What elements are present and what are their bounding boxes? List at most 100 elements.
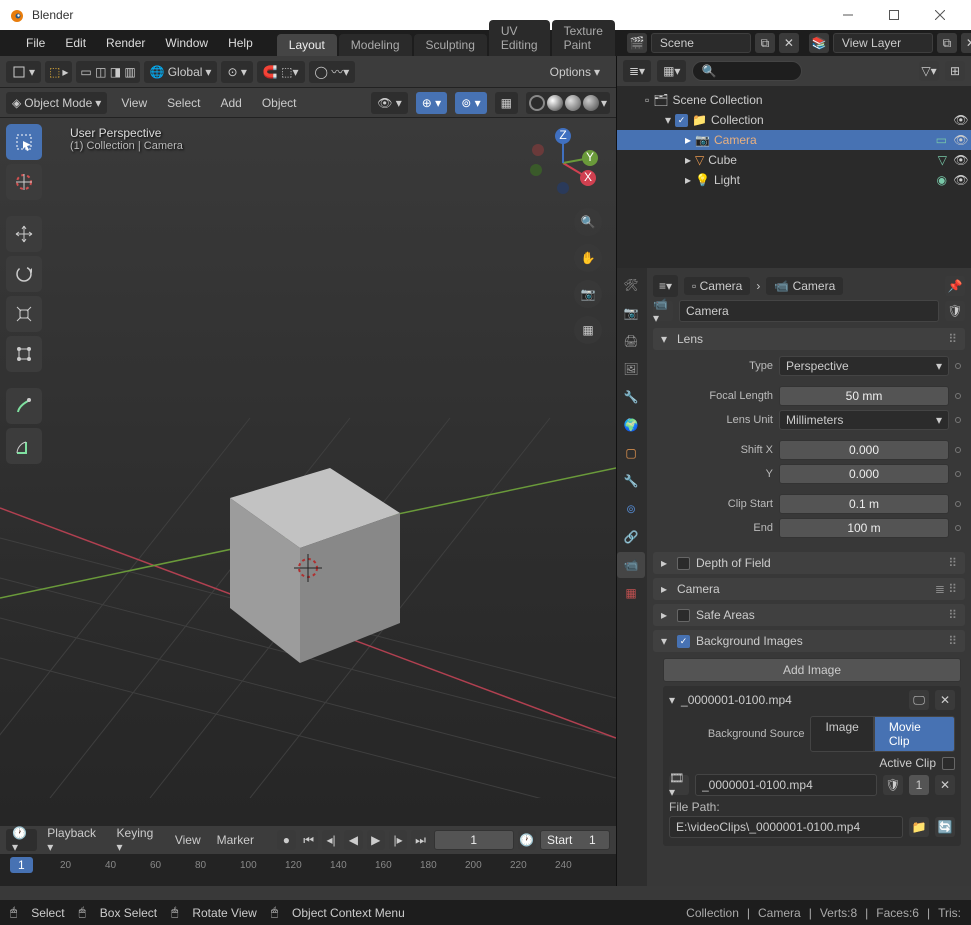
breadcrumb-data[interactable]: 📹 Camera	[766, 277, 843, 295]
props-editor-type[interactable]: ≡▾	[653, 275, 678, 297]
pivot-dropdown[interactable]: ⊙ ▾	[221, 61, 252, 83]
camera-name-input[interactable]	[679, 300, 939, 322]
ptab-viewlayer[interactable]: 🖼	[617, 356, 645, 382]
bg-source-movieclip[interactable]: Movie Clip	[874, 716, 955, 752]
panel-bgimages-header[interactable]: ▾Background Images⠿	[653, 630, 965, 652]
menu-window[interactable]: Window	[155, 30, 218, 56]
clip-users[interactable]: 1	[909, 775, 929, 795]
eye-icon[interactable]: 👁	[951, 133, 971, 147]
zoom-icon[interactable]: 🔍	[574, 208, 602, 236]
menu-help[interactable]: Help	[218, 30, 263, 56]
eye-icon[interactable]: 👁	[951, 173, 971, 187]
fake-user-toggle[interactable]: 🛡	[945, 301, 965, 321]
viewlayer-name-input[interactable]	[833, 33, 933, 53]
tool-scale[interactable]	[6, 296, 42, 332]
ptab-modifiers[interactable]: 🔧	[617, 468, 645, 494]
preview-range-toggle[interactable]: 🕐	[518, 830, 536, 850]
close-button[interactable]	[917, 0, 963, 30]
eye-icon[interactable]: 👁	[951, 153, 971, 167]
panel-camera-header[interactable]: ▸Camera≣ ⠿	[653, 578, 965, 600]
active-clip-chk[interactable]	[942, 757, 955, 770]
jump-next-key[interactable]: |▸	[389, 830, 407, 850]
timeline-track[interactable]: 1 20 40 60 80 100 120 140 160 180 200 22…	[0, 854, 616, 886]
autokey-toggle[interactable]: ●	[277, 830, 295, 850]
tab-modeling[interactable]: Modeling	[339, 34, 412, 56]
timeline-editor-type[interactable]: 🕐▾	[6, 829, 37, 851]
scene-name-input[interactable]	[651, 33, 751, 53]
out-item-cube[interactable]: ▸▽Cube▽👁	[617, 150, 971, 170]
bg-source-image[interactable]: Image	[810, 716, 873, 752]
data-browse-button[interactable]: 📹▾	[653, 301, 673, 321]
gizmo-toggle[interactable]: ⊕ ▾	[416, 92, 447, 114]
outliner-search[interactable]	[692, 61, 802, 81]
scene-new-button[interactable]: ⧉	[755, 33, 775, 53]
add-menu[interactable]: Add	[214, 94, 247, 112]
viewlayer-browse-button[interactable]: 📚	[809, 33, 829, 53]
nav-gizmo[interactable]: X Y Z	[528, 128, 598, 198]
editor-type-dropdown[interactable]: ▾	[6, 61, 41, 83]
breadcrumb-object[interactable]: ▫ Camera	[684, 277, 750, 295]
object-menu[interactable]: Object	[256, 94, 303, 112]
panel-safeareas-header[interactable]: ▸Safe Areas⠿	[653, 604, 965, 626]
dof-enable-chk[interactable]	[677, 557, 690, 570]
jump-prev-key[interactable]: ◂|	[322, 830, 340, 850]
mode-dropdown[interactable]: ◈ Object Mode ▾	[6, 92, 107, 114]
clip-browse-button[interactable]: 🎞▾	[669, 775, 689, 795]
filepath-input[interactable]	[669, 816, 903, 838]
tool-measure[interactable]	[6, 428, 42, 464]
clip-fakeuser[interactable]: 🛡	[883, 775, 903, 795]
viewlayer-new-button[interactable]: ⧉	[937, 33, 957, 53]
tl-keying[interactable]: Keying ▾	[111, 824, 165, 856]
ptab-world[interactable]: 🌍	[617, 412, 645, 438]
play[interactable]: ▶	[367, 830, 385, 850]
ptab-constraints[interactable]: 🔗	[617, 524, 645, 550]
playhead[interactable]: 1	[10, 857, 33, 873]
eye-icon[interactable]: 👁	[951, 113, 971, 127]
tab-texturepaint[interactable]: Texture Paint	[552, 20, 615, 56]
select-mode-group[interactable]: ▭ ◫ ◨ ▥	[76, 61, 139, 83]
tab-uvediting[interactable]: UV Editing	[489, 20, 550, 56]
ptab-render[interactable]: 📷	[617, 300, 645, 326]
matprev-shading[interactable]	[565, 95, 581, 111]
select-menu[interactable]: Select	[161, 94, 206, 112]
select-tool-icons[interactable]: ⬚▸	[45, 61, 72, 83]
tool-move[interactable]	[6, 216, 42, 252]
add-image-button[interactable]: Add Image	[663, 658, 961, 682]
tool-cursor[interactable]	[6, 164, 42, 200]
bg-item-display-toggle[interactable]: 🖵	[909, 690, 929, 710]
tool-transform[interactable]	[6, 336, 42, 372]
proportional-toggle[interactable]: ◯ 〰▾	[309, 61, 356, 83]
wireframe-shading[interactable]	[529, 95, 545, 111]
ptab-tool[interactable]: 🛠	[617, 272, 645, 298]
jump-end[interactable]: ⏭	[411, 830, 429, 850]
outliner-editor-type[interactable]: ≣▾	[623, 60, 651, 82]
outliner-display-mode[interactable]: ▦▾	[657, 60, 686, 82]
tl-view[interactable]: View	[169, 831, 207, 849]
overlay-toggle[interactable]: ⊚ ▾	[455, 92, 486, 114]
xray-toggle[interactable]: ▦	[495, 92, 518, 114]
out-scene-collection[interactable]: ▫🗂Scene Collection	[617, 90, 971, 110]
tool-annotate[interactable]	[6, 388, 42, 424]
viewlayer-delete-button[interactable]: ✕	[961, 33, 971, 53]
current-frame-input[interactable]: 1	[434, 830, 514, 850]
outliner-filter[interactable]: ▽▾	[919, 61, 939, 81]
filepath-reload[interactable]: 🔄	[935, 817, 955, 837]
bgimg-enable-chk[interactable]	[677, 635, 690, 648]
snap-toggle[interactable]: 🧲 ⬚▾	[257, 61, 305, 83]
clip-start-input[interactable]: 0.1 m	[779, 494, 949, 514]
ptab-object[interactable]: ▢	[617, 440, 645, 466]
filepath-browse[interactable]: 📁	[909, 817, 929, 837]
shading-options-dropdown[interactable]: ▾	[601, 96, 607, 110]
tool-select-box[interactable]	[6, 124, 42, 160]
scene-delete-button[interactable]: ✕	[779, 33, 799, 53]
out-item-camera[interactable]: ▸📷Camera▭👁	[617, 130, 971, 150]
scene-browse-button[interactable]: 🎬	[627, 33, 647, 53]
menu-edit[interactable]: Edit	[55, 30, 96, 56]
ptab-physics[interactable]: ⊚	[617, 496, 645, 522]
minimize-button[interactable]	[825, 0, 871, 30]
pin-icon[interactable]: 📌	[945, 276, 965, 296]
pan-icon[interactable]: ✋	[574, 244, 602, 272]
collection-enable-chk[interactable]	[675, 114, 688, 127]
outliner-new-collection[interactable]: ⊞	[945, 61, 965, 81]
bg-item-expand[interactable]: ▾	[669, 693, 675, 707]
